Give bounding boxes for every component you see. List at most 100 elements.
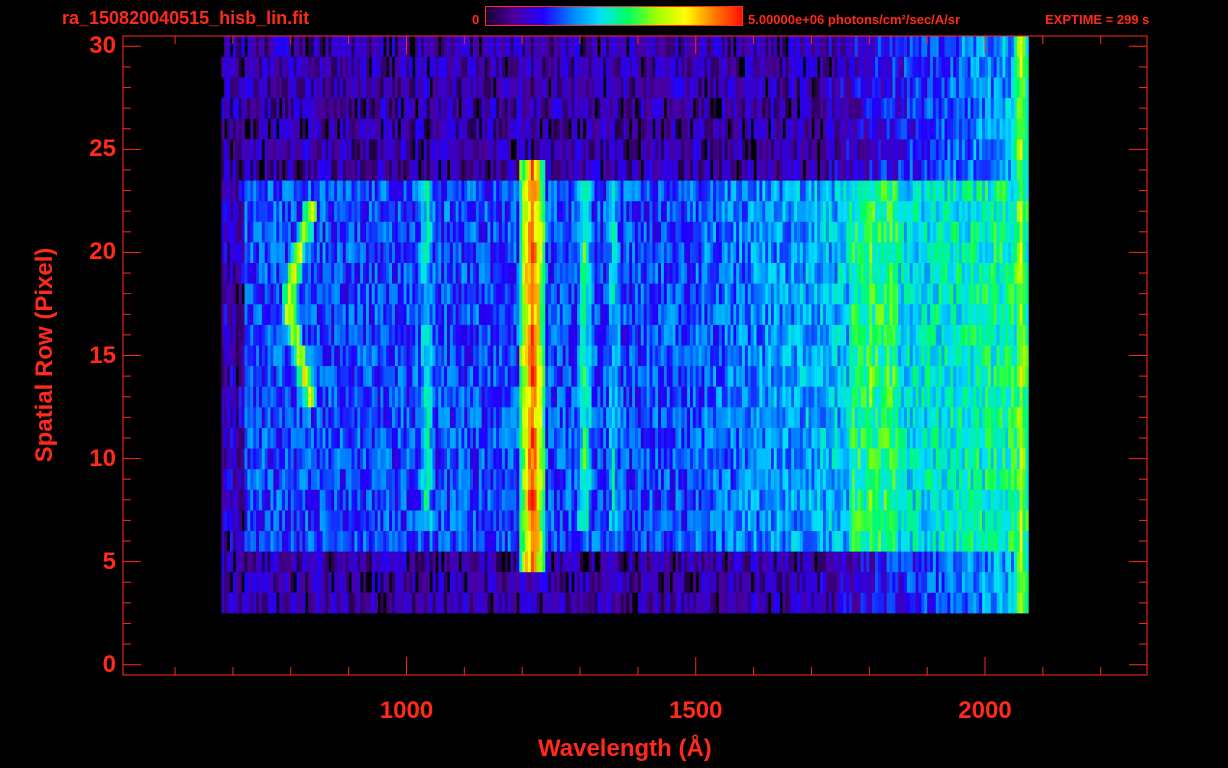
heatmap-cell — [461, 468, 465, 490]
heatmap-cell — [542, 571, 546, 593]
heatmap-cell — [860, 489, 864, 511]
heatmap-cell — [716, 407, 720, 428]
heatmap-cell — [539, 551, 543, 573]
heatmap-cell — [441, 407, 445, 428]
heatmap-cell — [585, 530, 589, 552]
heatmap-cell — [611, 283, 616, 305]
heatmap-cell — [742, 262, 746, 284]
heatmap-cell — [259, 262, 263, 284]
heatmap-cell — [721, 551, 725, 573]
heatmap-cell — [921, 242, 925, 263]
heatmap-cell — [843, 283, 847, 305]
heatmap-cell — [724, 571, 728, 593]
heatmap-cell — [811, 242, 815, 263]
heatmap-cell — [371, 407, 375, 428]
heatmap-cell — [371, 365, 375, 387]
heatmap-cell — [397, 365, 401, 387]
heatmap-cell — [449, 468, 454, 490]
heatmap-cell — [704, 386, 708, 408]
heatmap-cell — [519, 407, 523, 428]
heatmap-cell — [464, 468, 468, 490]
heatmap-cell — [568, 386, 572, 408]
heatmap-cell — [901, 448, 905, 470]
heatmap-cell — [678, 304, 682, 325]
heatmap-cell — [554, 551, 558, 573]
heatmap-cell — [296, 386, 300, 408]
heatmap-cell — [267, 530, 271, 552]
heatmap-cell — [744, 592, 749, 614]
heatmap-cell — [779, 242, 783, 263]
heatmap-cell — [614, 304, 618, 325]
heatmap-cell — [287, 345, 292, 367]
heatmap-cell — [464, 304, 468, 325]
heatmap-cell — [834, 283, 838, 305]
heatmap-cell — [363, 571, 367, 593]
heatmap-cell — [976, 242, 980, 263]
heatmap-cell — [996, 407, 1000, 428]
heatmap-cell — [539, 386, 543, 408]
heatmap-cell — [293, 386, 297, 408]
heatmap-cell — [739, 427, 743, 449]
heatmap-cell — [901, 592, 905, 614]
heatmap-cell — [221, 489, 225, 511]
heatmap-cell — [687, 283, 691, 305]
heatmap-cell — [825, 571, 830, 593]
heatmap-cell — [640, 304, 644, 325]
heatmap-cell — [970, 427, 974, 449]
heatmap-cell — [886, 530, 890, 552]
heatmap-cell — [768, 386, 772, 408]
heatmap-cell — [956, 407, 960, 428]
heatmap-cell — [308, 386, 312, 408]
heatmap-cell — [339, 304, 344, 325]
heatmap-cell — [973, 304, 977, 325]
heatmap-cell — [556, 489, 561, 511]
heatmap-cell — [441, 365, 445, 387]
heatmap-cell — [733, 510, 737, 531]
heatmap-cell — [368, 551, 373, 573]
heatmap-cell — [799, 365, 804, 387]
heatmap-cell — [423, 283, 427, 305]
heatmap-cell — [620, 262, 624, 284]
heatmap-cell — [837, 407, 841, 428]
heatmap-cell — [640, 365, 644, 387]
heatmap-cell — [464, 262, 468, 284]
heatmap-cell — [799, 448, 804, 470]
heatmap-cell — [582, 345, 587, 367]
heatmap-cell — [1025, 407, 1029, 428]
heatmap-cell — [562, 551, 566, 573]
heatmap-cell — [837, 530, 841, 552]
heatmap-cell — [273, 407, 277, 428]
heatmap-cell — [690, 345, 694, 367]
heatmap-cell — [1002, 448, 1006, 470]
heatmap-cell — [235, 468, 239, 490]
heatmap-cell — [669, 283, 673, 305]
heatmap-cell — [516, 448, 520, 470]
heatmap-cell — [403, 365, 407, 387]
heatmap-cell — [325, 489, 329, 511]
heatmap-cell — [221, 592, 225, 614]
heatmap-cell — [730, 345, 734, 367]
heatmap-cell — [808, 448, 812, 470]
heatmap-cell — [250, 221, 254, 243]
heatmap-cell — [574, 345, 578, 367]
heatmap-cell — [1025, 304, 1029, 325]
heatmap-cell — [282, 324, 286, 346]
heatmap-cell — [637, 489, 642, 511]
heatmap-cell — [857, 427, 861, 449]
heatmap-cell — [661, 427, 665, 449]
heatmap-cell — [692, 427, 697, 449]
heatmap-cell — [406, 386, 410, 408]
heatmap-cell — [363, 448, 367, 470]
heatmap-cell — [449, 242, 454, 263]
heatmap-cell — [432, 448, 436, 470]
heatmap-cell — [510, 345, 514, 367]
heatmap-cell — [704, 283, 708, 305]
heatmap-cell — [504, 345, 508, 367]
heatmap-cell — [846, 571, 850, 593]
heatmap-cell — [669, 427, 673, 449]
heatmap-cell — [892, 242, 896, 263]
heatmap-cell — [259, 407, 263, 428]
heatmap-cell — [970, 345, 974, 367]
heatmap-cell — [406, 592, 410, 614]
heatmap-cell — [620, 365, 624, 387]
